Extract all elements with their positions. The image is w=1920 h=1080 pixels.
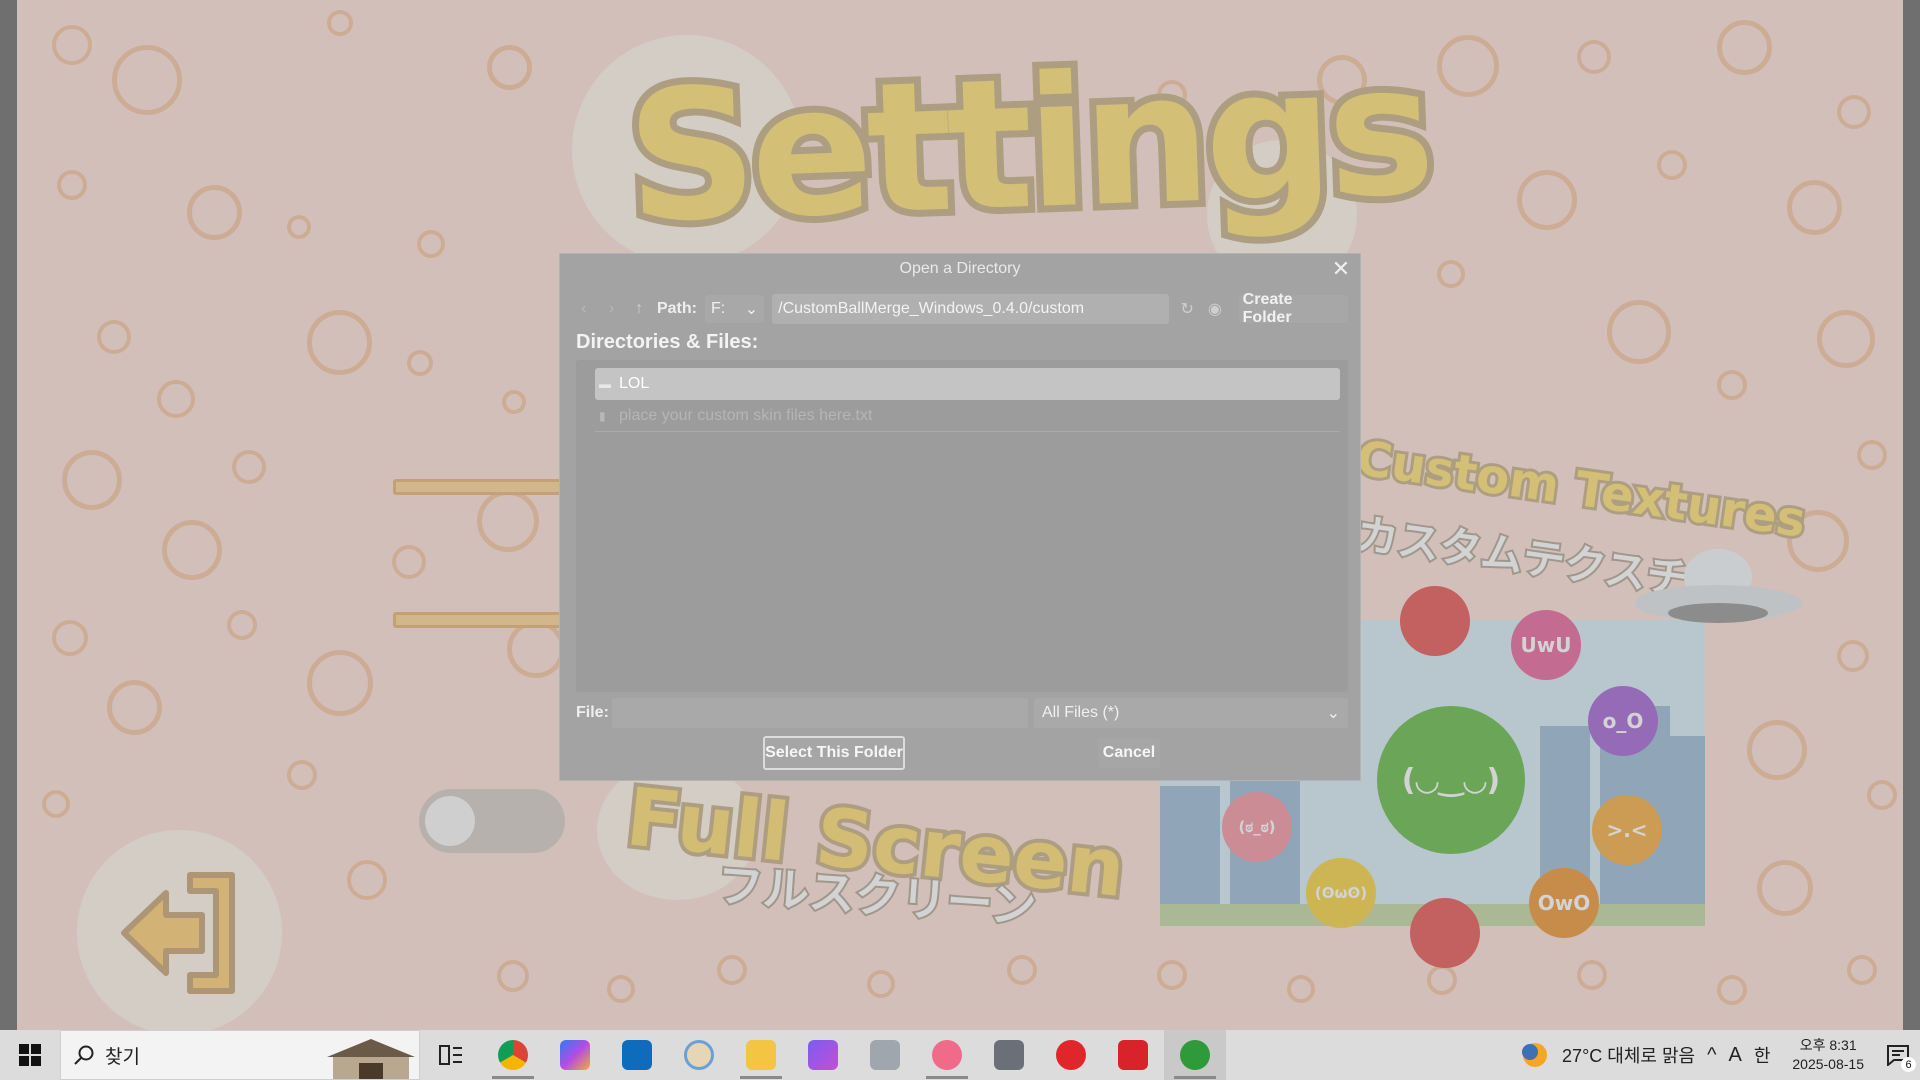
taskbar-app-clipchamp[interactable] [792,1030,854,1080]
taskbar-app-outlook[interactable] [606,1030,668,1080]
list-item-label: LOL [619,375,650,392]
forward-arrow-icon[interactable]: › [602,296,622,322]
ime-mode[interactable]: 한 [1754,1042,1771,1068]
snipping-tool-icon [932,1040,962,1070]
chevron-down-icon: ⌄ [1326,705,1340,722]
chevron-down-icon: ⌄ [744,301,759,318]
taskbar-app-copilot[interactable] [544,1030,606,1080]
store-bag-icon [994,1040,1024,1070]
file-filter-select[interactable]: All Files (*) ⌄ [1034,698,1348,728]
taskbar-app-store[interactable] [978,1030,1040,1080]
list-item-label: place your custom skin files here.txt [619,406,873,424]
path-label: Path: [656,300,697,317]
list-item[interactable]: ▮ place your custom skin files here.txt [595,400,1340,432]
file-list[interactable]: ▬ LOL ▮ place your custom skin files her… [576,360,1348,692]
notification-count-badge: 6 [1901,1057,1916,1072]
taskbar: 찾기 27°C 대체로 맑음 ^ A 한 오후 8:31 2025-08-15 … [0,1030,1920,1080]
folder-icon: ▬ [599,377,611,391]
filter-value: All Files (*) [1042,704,1120,721]
notification-center-button[interactable]: 6 [1876,1030,1920,1080]
windows-logo-icon [19,1044,41,1066]
cancel-button[interactable]: Cancel [1098,738,1160,768]
chrome-icon [498,1040,528,1070]
taskbar-app-file-explorer[interactable] [730,1030,792,1080]
dialog-title: Open a Directory [899,260,1021,277]
path-input[interactable]: /CustomBallMerge_Windows_0.4.0/custom [772,294,1170,324]
taskbar-app-chrome[interactable] [482,1030,544,1080]
taskbar-app-printer[interactable] [854,1030,916,1080]
clock-time: 오후 8:31 [1799,1037,1857,1053]
chevron-up-icon[interactable]: ^ [1707,1044,1716,1067]
file-icon: ▮ [599,408,606,423]
task-view-icon [439,1045,462,1065]
printer-icon [870,1040,900,1070]
ime-language[interactable]: A [1728,1044,1741,1067]
copilot-icon [560,1040,590,1070]
open-directory-dialog: Open a Directory ✕ ‹ › ↑ Path: F: ⌄ /Cus… [559,253,1361,781]
drive-value: F: [710,300,726,317]
clock-date: 2025-08-15 [1792,1056,1864,1072]
paint-palette-icon [684,1040,714,1070]
start-button[interactable] [0,1030,60,1080]
taskbar-app-vpn[interactable] [1102,1030,1164,1080]
game-ball-icon [1180,1040,1210,1070]
drive-select[interactable]: F: ⌄ [704,295,765,323]
directories-files-label: Directories & Files: [576,331,759,353]
video-editor-icon [808,1040,838,1070]
file-name-input[interactable] [612,698,1028,728]
system-tray: 27°C 대체로 맑음 ^ A 한 오후 8:31 2025-08-15 6 [1520,1030,1920,1080]
search-placeholder: 찾기 [105,1046,140,1068]
weather-sun-icon[interactable] [1520,1040,1550,1070]
show-hidden-eye-icon[interactable]: ◉ [1205,296,1225,322]
search-icon [74,1045,94,1065]
outlook-icon [622,1040,652,1070]
close-icon[interactable]: ✕ [1330,258,1352,280]
taskbar-app-game[interactable] [1164,1030,1226,1080]
taskbar-search[interactable]: 찾기 [60,1030,420,1080]
taskbar-app-paint[interactable] [668,1030,730,1080]
clock[interactable]: 오후 8:31 2025-08-15 [1792,1036,1864,1074]
file-label: File: [576,704,609,721]
file-row: File: All Files (*) ⌄ [576,698,1348,728]
refresh-icon[interactable]: ↻ [1177,296,1197,322]
list-item[interactable]: ▬ LOL [595,368,1340,400]
back-arrow-icon[interactable]: ‹ [574,296,594,322]
taskbar-app-youtube[interactable] [1040,1030,1102,1080]
weather-text[interactable]: 27°C 대체로 맑음 [1562,1042,1695,1068]
select-this-folder-button[interactable]: Select This Folder [763,736,905,770]
up-arrow-icon[interactable]: ↑ [629,296,649,322]
task-view-button[interactable] [420,1030,482,1080]
lock-shield-icon [1118,1040,1148,1070]
create-folder-button[interactable]: Create Folder [1238,291,1349,326]
youtube-icon [1056,1040,1086,1070]
taskbar-app-snipping[interactable] [916,1030,978,1080]
dialog-toolbar: ‹ › ↑ Path: F: ⌄ /CustomBallMerge_Window… [574,291,1349,326]
palace-illustration-icon [327,1039,415,1079]
folder-icon [746,1040,776,1070]
